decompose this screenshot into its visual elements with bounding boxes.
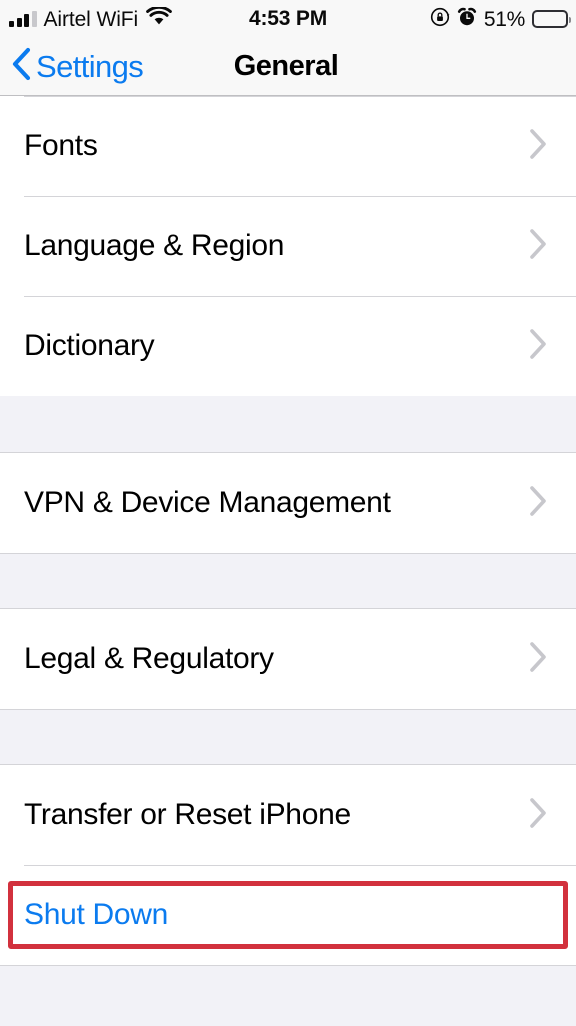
settings-group-2: VPN & Device Management [0,453,576,553]
page-title: General [233,49,339,82]
row-transfer-or-reset-iphone[interactable]: Transfer or Reset iPhone [0,765,576,865]
chevron-right-icon [528,327,548,366]
battery-percent-label: 51% [483,7,525,31]
chevron-right-icon [528,796,548,835]
row-legal-and-regulatory[interactable]: Legal & Regulatory [0,609,576,709]
battery-icon [532,10,571,28]
settings-list[interactable]: Fonts Language & Region Dictionary VPN &… [0,96,576,1026]
section-gap-1 [0,396,576,453]
status-bar: Airtel WiFi 4:53 PM 51% [0,0,576,38]
chevron-right-icon [528,484,548,523]
wifi-icon [146,5,172,31]
chevron-right-icon [528,227,548,266]
settings-group-3: Legal & Regulatory [0,609,576,709]
alarm-clock-icon [457,7,477,32]
cellular-signal-icon [9,11,37,27]
row-fonts[interactable]: Fonts [0,96,576,196]
settings-group-1: Fonts Language & Region Dictionary [0,96,576,396]
row-label: Transfer or Reset iPhone [24,798,351,831]
chevron-right-icon [528,640,548,679]
row-label: Shut Down [24,898,169,931]
section-gap-2 [0,553,576,609]
row-dictionary[interactable]: Dictionary [0,296,576,396]
status-bar-right: 51% [430,7,571,32]
rotation-lock-icon [430,7,450,32]
row-language-and-region[interactable]: Language & Region [0,196,576,296]
row-label: Dictionary [24,329,155,362]
clock-label: 4:53 PM [249,7,327,30]
navigation-bar: Settings General [0,38,576,96]
row-label: Language & Region [24,229,285,262]
carrier-label: Airtel WiFi [43,7,139,31]
row-label: Legal & Regulatory [24,642,274,675]
settings-group-4: Transfer or Reset iPhone Shut Down [0,765,576,965]
status-bar-left: Airtel WiFi [0,5,172,31]
row-vpn-and-device-management[interactable]: VPN & Device Management [0,453,576,553]
row-label: VPN & Device Management [24,486,391,519]
section-gap-3 [0,709,576,765]
row-shut-down[interactable]: Shut Down [0,865,576,965]
chevron-right-icon [528,127,548,166]
row-label: Fonts [24,129,98,162]
